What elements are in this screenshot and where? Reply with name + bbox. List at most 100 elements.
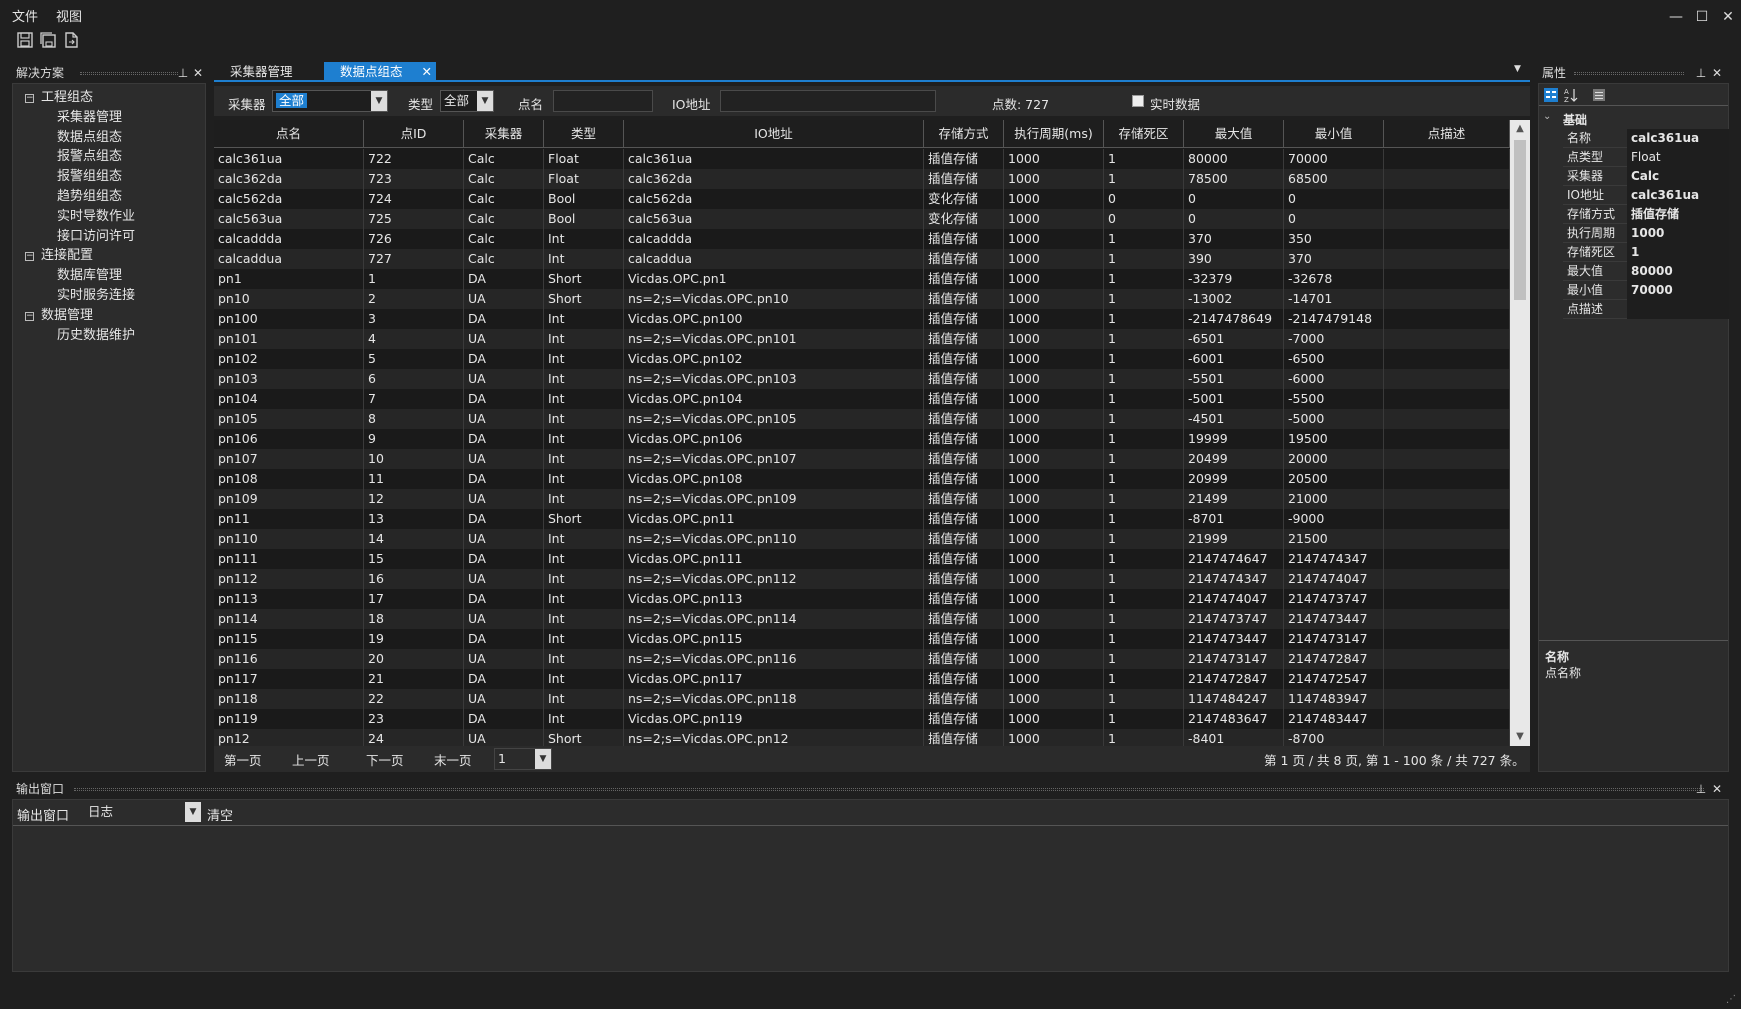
point-name-input[interactable] [553, 90, 653, 112]
resize-grip-icon[interactable]: ⋰ [1726, 994, 1736, 1005]
pin-icon[interactable]: ⊥ [176, 64, 190, 82]
property-row[interactable]: 最小值 70000 [1563, 281, 1729, 300]
first-page-button[interactable]: 第一页 [224, 750, 262, 769]
table-row[interactable]: pn105 8 UA Int ns=2;s=Vicdas.OPC.pn105 插值存储 10… [214, 409, 1510, 429]
property-row[interactable]: 名称 calc361ua [1563, 129, 1729, 148]
menu-file[interactable]: 文件 [12, 6, 38, 25]
last-page-button[interactable]: 末一页 [434, 750, 472, 769]
table-row[interactable]: pn11 13 DA Short Vicdas.OPC.pn11 插值存储 1000 1 -87… [214, 509, 1510, 529]
tree-item[interactable]: 采集器管理 [57, 108, 122, 128]
table-row[interactable]: pn116 20 UA Int ns=2;s=Vicdas.OPC.pn116 插值存储 1… [214, 649, 1510, 669]
column-header[interactable]: 采集器 [464, 120, 544, 148]
page-select[interactable]: 1 ▼ [494, 748, 552, 770]
prev-page-button[interactable]: 上一页 [292, 750, 330, 769]
table-row[interactable]: calc362da 723 Calc Float calc362da 插值存储 1000 1 7… [214, 169, 1510, 189]
realtime-checkbox[interactable] [1132, 95, 1144, 107]
property-row[interactable]: 执行周期 1000 [1563, 224, 1729, 243]
categorized-icon[interactable] [1543, 87, 1559, 103]
chevron-down-icon[interactable]: ▼ [535, 749, 551, 769]
table-row[interactable]: calcaddda 726 Calc Int calcaddda 插值存储 1000 1 370… [214, 229, 1510, 249]
type-select[interactable]: 全部 ▼ [440, 90, 494, 112]
table-row[interactable]: pn113 17 DA Int Vicdas.OPC.pn113 插值存储 1000 1 214… [214, 589, 1510, 609]
table-row[interactable]: pn100 3 DA Int Vicdas.OPC.pn100 插值存储 1000 1 -214… [214, 309, 1510, 329]
table-row[interactable]: pn1 1 DA Short Vicdas.OPC.pn1 插值存储 1000 1 -32379… [214, 269, 1510, 289]
property-row[interactable]: 最大值 80000 [1563, 262, 1729, 281]
expand-toggle-icon[interactable]: − [25, 94, 34, 103]
menu-view[interactable]: 视图 [56, 6, 82, 25]
property-row[interactable]: 点类型 Float [1563, 148, 1729, 167]
property-value[interactable]: 80000 [1627, 262, 1729, 281]
expand-toggle-icon[interactable]: − [25, 311, 34, 321]
table-row[interactable]: pn107 10 UA Int ns=2;s=Vicdas.OPC.pn107 插值存储 1… [214, 449, 1510, 469]
table-row[interactable]: pn111 15 DA Int Vicdas.OPC.pn111 插值存储 1000 1 214… [214, 549, 1510, 569]
table-row[interactable]: pn106 9 DA Int Vicdas.OPC.pn106 插值存储 1000 1 1999… [214, 429, 1510, 449]
panel-close-icon[interactable]: ✕ [1710, 780, 1724, 798]
column-header[interactable]: 最大值 [1184, 120, 1284, 148]
minimize-button[interactable]: — [1665, 6, 1687, 28]
tree-item[interactable]: − 数据管理 [25, 306, 93, 326]
property-row[interactable]: 采集器 Calc [1563, 167, 1729, 186]
table-row[interactable]: pn108 11 DA Int Vicdas.OPC.pn108 插值存储 1000 1 209… [214, 469, 1510, 489]
table-row[interactable]: pn103 6 UA Int ns=2;s=Vicdas.OPC.pn103 插值存储 10… [214, 369, 1510, 389]
table-row[interactable]: pn109 12 UA Int ns=2;s=Vicdas.OPC.pn109 插值存储 1… [214, 489, 1510, 509]
property-category[interactable]: ⌄ 基础 [1539, 110, 1728, 128]
column-header[interactable]: IO地址 [624, 120, 924, 148]
save-all-icon[interactable] [39, 31, 57, 49]
sort-alpha-icon[interactable]: AZ [1563, 87, 1579, 103]
property-value[interactable]: 插值存储 [1627, 205, 1729, 224]
io-address-input[interactable] [720, 90, 936, 112]
column-header[interactable]: 点ID [364, 120, 464, 148]
scroll-down-icon[interactable]: ▼ [1510, 728, 1530, 746]
column-header[interactable]: 类型 [544, 120, 624, 148]
scroll-thumb[interactable] [1514, 140, 1526, 300]
property-value[interactable]: 70000 [1627, 281, 1729, 300]
tree-item[interactable]: 实时导数作业 [57, 207, 135, 227]
table-row[interactable]: pn117 21 DA Int Vicdas.OPC.pn117 插值存储 1000 1 214… [214, 669, 1510, 689]
close-button[interactable]: ✕ [1717, 6, 1739, 28]
panel-close-icon[interactable]: ✕ [191, 64, 205, 82]
table-row[interactable]: pn12 24 UA Short ns=2;s=Vicdas.OPC.pn12 插值存储 1… [214, 729, 1510, 746]
table-row[interactable]: pn102 5 DA Int Vicdas.OPC.pn102 插值存储 1000 1 -600… [214, 349, 1510, 369]
column-header[interactable]: 存储方式 [924, 120, 1004, 148]
table-row[interactable]: pn118 22 UA Int ns=2;s=Vicdas.OPC.pn118 插值存储 1… [214, 689, 1510, 709]
property-value[interactable]: Float [1627, 148, 1729, 167]
table-row[interactable]: pn114 18 UA Int ns=2;s=Vicdas.OPC.pn114 插值存储 1… [214, 609, 1510, 629]
scroll-up-icon[interactable]: ▲ [1510, 120, 1530, 138]
panel-close-icon[interactable]: ✕ [1710, 64, 1724, 82]
tree-item[interactable]: 接口访问许可 [57, 227, 135, 247]
property-value[interactable]: 1 [1627, 243, 1729, 262]
tree-item[interactable]: − 工程组态 [25, 88, 93, 108]
log-select[interactable]: 日志 ▼ [85, 802, 201, 824]
tree-item[interactable]: 报警组组态 [57, 167, 122, 187]
column-header[interactable]: 执行周期(ms) [1004, 120, 1104, 148]
vertical-scrollbar[interactable]: ▲ ▼ [1510, 120, 1530, 746]
property-row[interactable]: IO地址 calc361ua [1563, 186, 1729, 205]
column-header[interactable]: 点描述 [1384, 120, 1510, 148]
column-header[interactable]: 存储死区 [1104, 120, 1184, 148]
table-row[interactable]: pn112 16 UA Int ns=2;s=Vicdas.OPC.pn112 插值存储 1… [214, 569, 1510, 589]
next-page-button[interactable]: 下一页 [366, 750, 404, 769]
pin-icon[interactable]: ⊥ [1694, 780, 1708, 798]
panel-grip[interactable] [74, 788, 1704, 791]
tree-item[interactable]: 报警点组态 [57, 147, 122, 167]
property-row[interactable]: 存储死区 1 [1563, 243, 1729, 262]
table-row[interactable]: pn110 14 UA Int ns=2;s=Vicdas.OPC.pn110 插值存储 1… [214, 529, 1510, 549]
table-row[interactable]: calc562da 724 Calc Bool calc562da 变化存储 1000 0 0 0 [214, 189, 1510, 209]
panel-grip[interactable] [80, 72, 178, 75]
property-row[interactable]: 存储方式 插值存储 [1563, 205, 1729, 224]
collapse-icon[interactable]: ⌄ [1543, 111, 1551, 122]
chevron-down-icon[interactable]: ▼ [185, 802, 201, 822]
panel-grip[interactable] [1574, 72, 1684, 75]
property-value[interactable]: calc361ua [1627, 186, 1729, 205]
chevron-down-icon[interactable]: ▼ [477, 91, 493, 111]
property-value[interactable]: 1000 [1627, 224, 1729, 243]
tree-item[interactable]: 历史数据维护 [57, 326, 135, 346]
chevron-down-icon[interactable]: ▼ [371, 91, 387, 111]
tab-collector-management[interactable]: 采集器管理 [214, 62, 326, 82]
table-row[interactable]: calc361ua 722 Calc Float calc361ua 插值存储 1000 1 8… [214, 149, 1510, 169]
clear-button[interactable]: 清空 [207, 805, 233, 824]
save-icon[interactable] [16, 31, 34, 49]
column-header[interactable]: 最小值 [1284, 120, 1384, 148]
column-header[interactable]: 点名 [214, 120, 364, 148]
table-row[interactable]: calcaddua 727 Calc Int calcaddua 插值存储 1000 1 390… [214, 249, 1510, 269]
